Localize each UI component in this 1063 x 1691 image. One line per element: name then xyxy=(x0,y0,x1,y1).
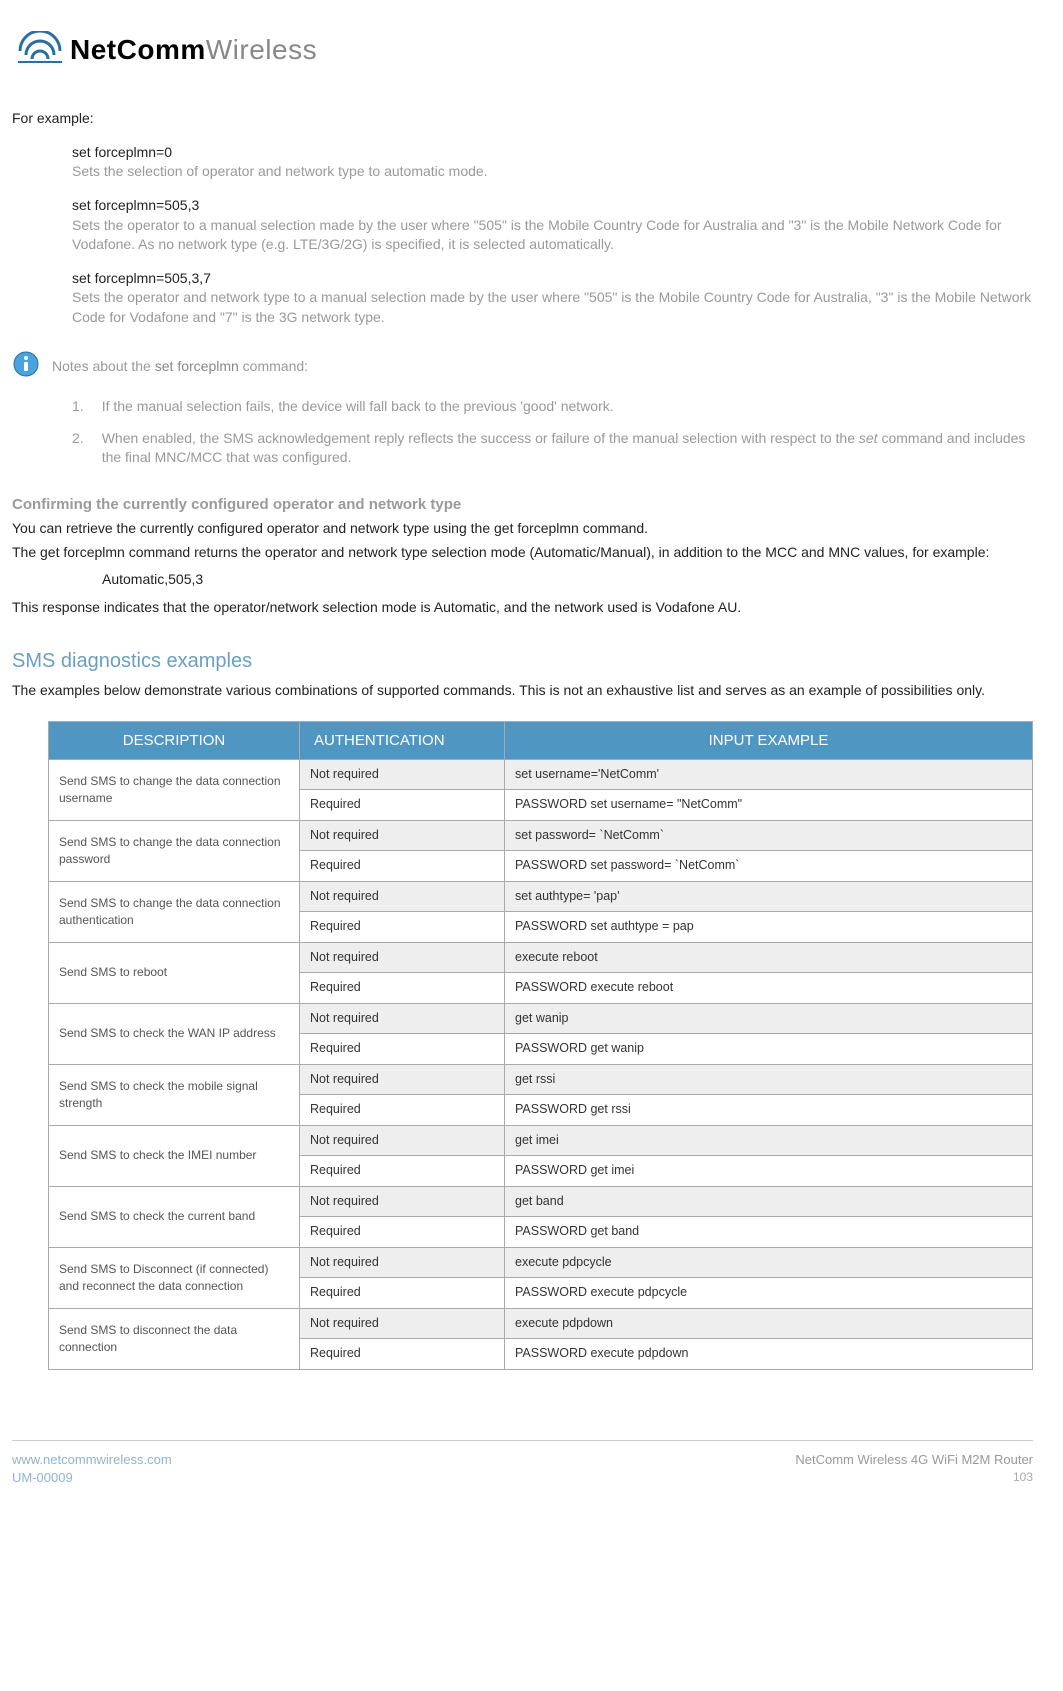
table-row: Send SMS to check the mobile signal stre… xyxy=(49,1064,1033,1095)
example-cmd-1: set forceplmn=505,3 xyxy=(72,196,1033,216)
cell-description: Send SMS to check the IMEI number xyxy=(49,1125,300,1186)
cell-auth: Not required xyxy=(300,1064,505,1095)
notes-label-cmd: set forceplmn xyxy=(155,358,239,374)
cell-input: get wanip xyxy=(505,1003,1033,1034)
cell-auth: Required xyxy=(300,1339,505,1370)
cell-auth: Required xyxy=(300,851,505,882)
wifi-icon xyxy=(18,31,62,69)
th-description: DESCRIPTION xyxy=(49,721,300,759)
cell-input: execute reboot xyxy=(505,942,1033,973)
cell-description: Send SMS to Disconnect (if connected) an… xyxy=(49,1247,300,1308)
logo-bold: NetComm xyxy=(70,34,206,65)
intro-text: For example: xyxy=(12,109,1033,129)
diag-intro: The examples below demonstrate various c… xyxy=(12,681,1033,701)
cell-description: Send SMS to check the WAN IP address xyxy=(49,1003,300,1064)
cell-auth: Required xyxy=(300,912,505,943)
example-desc-2: Sets the operator and network type to a … xyxy=(72,288,1033,327)
cell-auth: Required xyxy=(300,1034,505,1065)
footer-product: NetComm Wireless 4G WiFi M2M Router xyxy=(795,1451,1033,1469)
cell-auth: Not required xyxy=(300,820,505,851)
confirm-p2: The get forceplmn command returns the op… xyxy=(12,543,1033,563)
table-row: Send SMS to check the WAN IP addressNot … xyxy=(49,1003,1033,1034)
notes-label: Notes about the set forceplmn command: xyxy=(52,357,308,377)
cell-auth: Not required xyxy=(300,1186,505,1217)
cell-auth: Not required xyxy=(300,1247,505,1278)
example-desc-1: Sets the operator to a manual selection … xyxy=(72,216,1033,255)
cell-auth: Not required xyxy=(300,1125,505,1156)
cell-auth: Required xyxy=(300,1217,505,1248)
page-footer: www.netcommwireless.com UM-00009 NetComm… xyxy=(12,1440,1033,1487)
example-cmd-2: set forceplmn=505,3,7 xyxy=(72,269,1033,289)
cell-input: PASSWORD get band xyxy=(505,1217,1033,1248)
note-item-1: 1. If the manual selection fails, the de… xyxy=(72,397,1033,417)
cell-auth: Not required xyxy=(300,881,505,912)
cell-input: execute pdpdown xyxy=(505,1308,1033,1339)
info-icon xyxy=(12,350,40,384)
cell-auth: Required xyxy=(300,1156,505,1187)
cell-input: PASSWORD execute pdpcycle xyxy=(505,1278,1033,1309)
cell-description: Send SMS to check the current band xyxy=(49,1186,300,1247)
note-item-2: 2. When enabled, the SMS acknowledgement… xyxy=(72,429,1033,468)
cell-description: Send SMS to reboot xyxy=(49,942,300,1003)
note-text-2: When enabled, the SMS acknowledgement re… xyxy=(102,429,1033,468)
example-desc-0: Sets the selection of operator and netwo… xyxy=(72,162,1033,182)
note-text-1: If the manual selection fails, the devic… xyxy=(102,397,614,417)
cell-auth: Required xyxy=(300,973,505,1004)
cell-description: Send SMS to check the mobile signal stre… xyxy=(49,1064,300,1125)
cell-auth: Not required xyxy=(300,942,505,973)
th-authentication: AUTHENTICATION xyxy=(300,721,505,759)
cell-input: PASSWORD execute reboot xyxy=(505,973,1033,1004)
table-row: Send SMS to Disconnect (if connected) an… xyxy=(49,1247,1033,1278)
cell-input: execute pdpcycle xyxy=(505,1247,1033,1278)
example-cmd-0: set forceplmn=0 xyxy=(72,143,1033,163)
table-row: Send SMS to change the data connection a… xyxy=(49,881,1033,912)
note-number-1: 1. xyxy=(72,397,84,417)
cell-input: PASSWORD execute pdpdown xyxy=(505,1339,1033,1370)
cell-input: set authtype= 'pap' xyxy=(505,881,1033,912)
cell-input: PASSWORD get imei xyxy=(505,1156,1033,1187)
cell-input: set username='NetComm' xyxy=(505,759,1033,790)
cell-input: set password= `NetComm` xyxy=(505,820,1033,851)
cell-auth: Not required xyxy=(300,759,505,790)
sms-table: DESCRIPTION AUTHENTICATION INPUT EXAMPLE… xyxy=(48,721,1033,1370)
logo: NetCommWireless xyxy=(18,30,1033,69)
th-input: INPUT EXAMPLE xyxy=(505,721,1033,759)
cell-input: PASSWORD get wanip xyxy=(505,1034,1033,1065)
cell-description: Send SMS to disconnect the data connecti… xyxy=(49,1308,300,1369)
cell-input: PASSWORD set username= "NetComm" xyxy=(505,790,1033,821)
table-row: Send SMS to change the data connection u… xyxy=(49,759,1033,790)
cell-description: Send SMS to change the data connection a… xyxy=(49,881,300,942)
confirm-p3: This response indicates that the operato… xyxy=(12,598,1033,618)
cell-auth: Required xyxy=(300,790,505,821)
cell-auth: Required xyxy=(300,1278,505,1309)
table-row: Send SMS to disconnect the data connecti… xyxy=(49,1308,1033,1339)
footer-url: www.netcommwireless.com xyxy=(12,1451,172,1469)
cell-auth: Required xyxy=(300,1095,505,1126)
cell-input: get imei xyxy=(505,1125,1033,1156)
cell-input: get band xyxy=(505,1186,1033,1217)
footer-um: UM-00009 xyxy=(12,1469,172,1487)
cell-auth: Not required xyxy=(300,1003,505,1034)
logo-light: Wireless xyxy=(206,34,317,65)
table-row: Send SMS to change the data connection p… xyxy=(49,820,1033,851)
note-number-2: 2. xyxy=(72,429,84,468)
cell-input: PASSWORD set authtype = pap xyxy=(505,912,1033,943)
cell-auth: Not required xyxy=(300,1308,505,1339)
table-row: Send SMS to check the current bandNot re… xyxy=(49,1186,1033,1217)
cell-description: Send SMS to change the data connection u… xyxy=(49,759,300,820)
confirm-heading: Confirming the currently configured oper… xyxy=(12,494,1033,515)
logo-text: NetCommWireless xyxy=(70,30,317,69)
confirm-p1: You can retrieve the currently configure… xyxy=(12,519,1033,539)
cell-input: PASSWORD get rssi xyxy=(505,1095,1033,1126)
cell-description: Send SMS to change the data connection p… xyxy=(49,820,300,881)
notes-label-pre: Notes about the xyxy=(52,358,155,374)
table-row: Send SMS to check the IMEI numberNot req… xyxy=(49,1125,1033,1156)
cell-input: PASSWORD set password= `NetComm` xyxy=(505,851,1033,882)
cell-input: get rssi xyxy=(505,1064,1033,1095)
notes-label-post: command: xyxy=(239,358,308,374)
footer-page: 103 xyxy=(795,1469,1033,1486)
table-row: Send SMS to rebootNot requiredexecute re… xyxy=(49,942,1033,973)
diag-heading: SMS diagnostics examples xyxy=(12,647,1033,675)
confirm-example: Automatic,505,3 xyxy=(102,570,1033,590)
